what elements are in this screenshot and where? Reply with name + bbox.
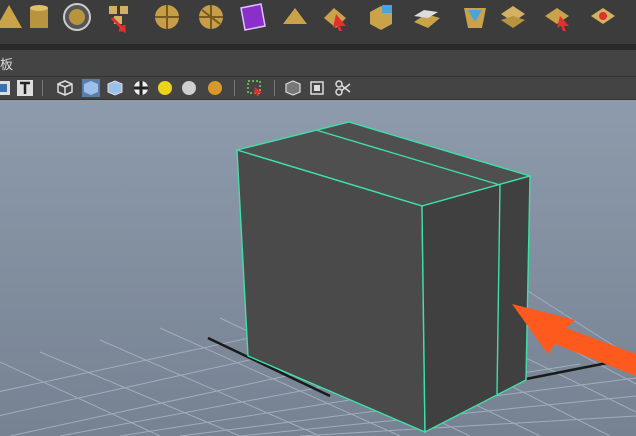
panel-toolbar xyxy=(0,77,636,100)
toolbar-divider xyxy=(234,80,235,96)
cube-arrow-icon[interactable] xyxy=(542,2,572,32)
toolbar-divider xyxy=(42,80,43,96)
shelf-toolbar xyxy=(0,0,636,44)
cone-icon[interactable] xyxy=(0,2,24,32)
panel-menu-label[interactable]: 板 xyxy=(0,54,13,73)
sphere-gold-icon[interactable] xyxy=(206,79,224,97)
panel-menubar: 板 xyxy=(0,50,636,77)
sphere-circle-icon[interactable] xyxy=(62,2,92,32)
cube-tools-icon[interactable] xyxy=(366,2,396,32)
light-yellow-icon[interactable] xyxy=(156,79,174,97)
rotate-arrow-icon[interactable] xyxy=(110,16,128,34)
cube-red-icon[interactable] xyxy=(588,2,618,32)
shaded-cube-icon[interactable] xyxy=(82,79,100,97)
uv-icon[interactable] xyxy=(0,79,12,97)
snapshot-icon[interactable] xyxy=(334,79,352,97)
cube-split-icon[interactable] xyxy=(498,2,528,32)
plane-icon[interactable] xyxy=(280,2,310,32)
soccer-ball-icon[interactable] xyxy=(152,2,182,32)
textured-cube-icon[interactable] xyxy=(106,79,124,97)
sphere-grey-icon[interactable] xyxy=(180,79,198,97)
isolate-icon[interactable] xyxy=(308,79,326,97)
wireframe-cube-icon[interactable] xyxy=(56,79,74,97)
cube-mesh[interactable] xyxy=(234,121,533,434)
text-icon[interactable] xyxy=(16,79,34,97)
select-arrow-icon[interactable] xyxy=(320,2,350,32)
soccer-ball-icon-2[interactable] xyxy=(196,2,226,32)
viewport-scene xyxy=(0,121,636,436)
purple-cube-icon[interactable] xyxy=(237,2,267,32)
viewport-3d[interactable] xyxy=(0,100,636,436)
cylinder-icon[interactable] xyxy=(24,2,54,32)
toolbar-divider xyxy=(274,80,275,96)
pyramid-icon[interactable] xyxy=(460,2,490,32)
checker-icon[interactable] xyxy=(132,79,150,97)
select-region-icon[interactable] xyxy=(246,79,264,97)
split-plane-icon[interactable] xyxy=(412,6,442,20)
cube-outline-icon[interactable] xyxy=(284,79,302,97)
